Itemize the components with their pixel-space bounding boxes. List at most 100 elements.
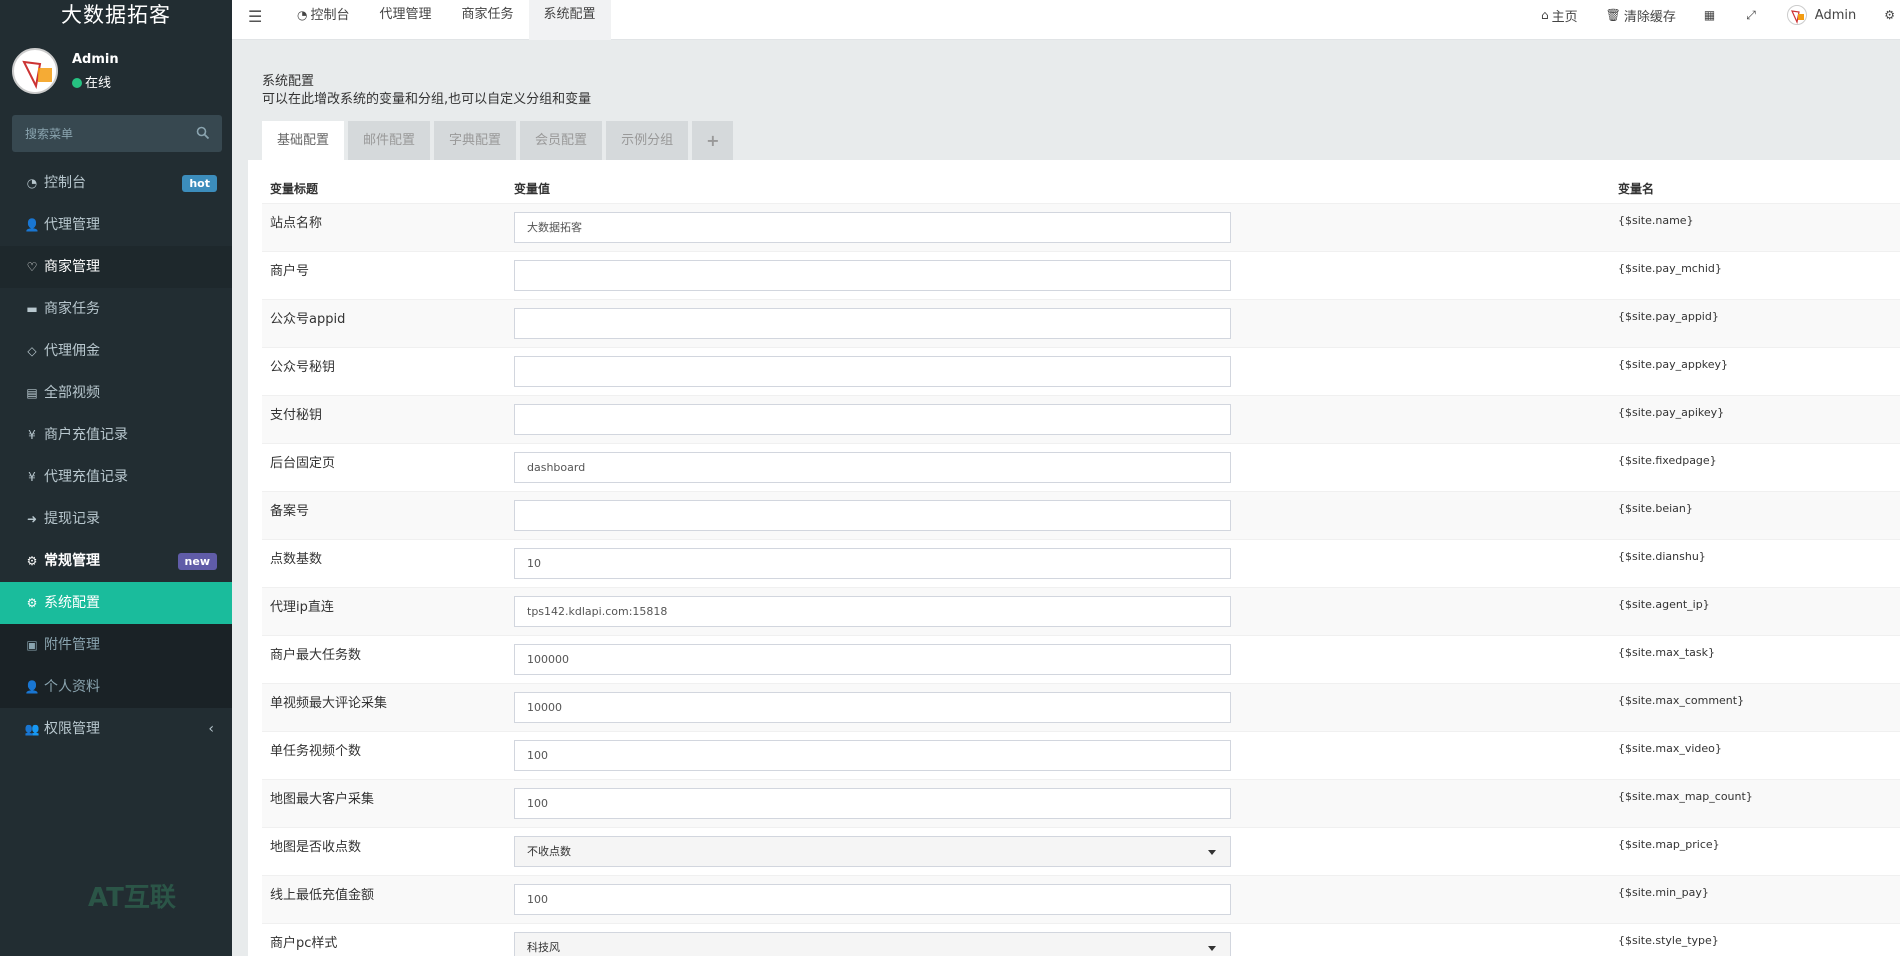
- top-tab-label: 代理管理: [379, 7, 432, 22]
- variable-name: {$site.map_price}: [1610, 826, 1900, 875]
- dashboard-icon: ◔: [297, 8, 308, 22]
- sidebar-search-input[interactable]: [12, 115, 182, 152]
- sidebar-item-2[interactable]: ♡ 商家管理: [0, 246, 232, 288]
- home-label: 主页: [1551, 9, 1578, 25]
- sidebar-item-10[interactable]: ⚙ 系统配置: [0, 582, 232, 624]
- variable-input[interactable]: 100000: [514, 643, 1231, 675]
- config-tab-4[interactable]: 示例分组: [606, 121, 689, 160]
- sidebar-item-5[interactable]: ▤ 全部视频: [0, 372, 232, 414]
- yen-icon: ¥: [28, 428, 36, 442]
- page-title: 系统配置: [262, 74, 315, 89]
- sidebar-item-4[interactable]: ◇ 代理佣金: [0, 330, 232, 372]
- sidebar-item-label: 个人资料: [44, 679, 100, 695]
- gear-icon: ⚙: [1884, 8, 1895, 22]
- variable-title: 站点名称: [262, 202, 506, 251]
- top-tab-0[interactable]: ◔ 控制台: [282, 0, 365, 40]
- config-tab-2[interactable]: 字典配置: [434, 121, 517, 160]
- watermark: AT互联: [88, 883, 176, 913]
- sidebar-item-8[interactable]: ➜ 提现记录: [0, 498, 232, 540]
- variable-input[interactable]: [514, 403, 1231, 435]
- sidebar-item-12[interactable]: 👤 个人资料: [0, 666, 232, 708]
- top-nav-tabs: ◔ 控制台 代理管理 商家任务 系统配置: [282, 0, 611, 40]
- top-right-actions: ⌂ 主页 🗑 清除缓存 ▦ ⤢ Admin ⚙: [1527, 0, 1900, 30]
- variable-input[interactable]: [514, 355, 1231, 387]
- sidebar-toggle-icon[interactable]: ☰: [248, 7, 262, 26]
- variable-input[interactable]: [514, 259, 1231, 291]
- variable-name: {$site.dianshu}: [1610, 538, 1900, 587]
- variable-title: 线上最低充值金额: [262, 874, 506, 923]
- top-tab-2[interactable]: 商家任务: [447, 0, 529, 40]
- hot-badge: hot: [182, 175, 217, 192]
- config-tab-1[interactable]: 邮件配置: [348, 121, 431, 160]
- variable-input[interactable]: 10: [514, 547, 1231, 579]
- header-name: 变量名: [1618, 182, 1655, 197]
- variable-input[interactable]: dashboard: [514, 451, 1231, 483]
- variable-title: 代理ip直连: [262, 586, 506, 635]
- top-tab-3[interactable]: 系统配置: [528, 0, 611, 40]
- avatar[interactable]: [12, 48, 58, 94]
- table-row: 点数基数 10 {$site.dianshu}: [262, 538, 1900, 587]
- sidebar-item-0[interactable]: ◔ 控制台 hot: [0, 162, 232, 204]
- variable-input[interactable]: 100: [514, 787, 1231, 819]
- header-value: 变量值: [514, 182, 551, 197]
- variable-title: 商户号: [262, 250, 506, 299]
- sidebar-item-1[interactable]: 👤 代理管理: [0, 204, 232, 246]
- sidebar-item-label: 代理佣金: [44, 343, 100, 359]
- config-group-tabs: 基础配置 邮件配置 字典配置 会员配置 示例分组 +: [262, 121, 737, 160]
- variable-input[interactable]: tps142.kdlapi.com:15818: [514, 595, 1231, 627]
- page-description: 可以在此增改系统的变量和分组,也可以自定义分组和变量: [262, 92, 592, 107]
- user-name: Admin: [72, 52, 119, 67]
- variable-value-cell: 100: [506, 730, 1610, 779]
- sidebar-item-13[interactable]: 👥 权限管理 ‹: [0, 708, 232, 750]
- variable-title: 公众号秘钥: [262, 346, 506, 395]
- variable-value-cell: 100000: [506, 634, 1610, 683]
- variable-value-cell: 100: [506, 778, 1610, 827]
- variable-input[interactable]: 10000: [514, 691, 1231, 723]
- variable-input[interactable]: 100: [514, 883, 1231, 915]
- sidebar-item-label: 全部视频: [44, 385, 100, 401]
- variable-input[interactable]: 大数据拓客: [514, 211, 1231, 243]
- table-row: 商户最大任务数 100000 {$site.max_task}: [262, 634, 1900, 683]
- variable-select[interactable]: 不收点数: [514, 835, 1231, 867]
- variable-value: 100000: [527, 652, 569, 666]
- variable-input[interactable]: [514, 307, 1231, 339]
- table-row: 公众号秘钥 {$site.pay_appkey}: [262, 346, 1900, 395]
- sidebar-item-label: 商家管理: [44, 259, 100, 275]
- sidebar-item-label: 系统配置: [44, 595, 100, 611]
- sidebar-item-6[interactable]: ¥ 商户充值记录: [0, 414, 232, 456]
- language-button[interactable]: ▦: [1690, 8, 1732, 22]
- variable-value-cell: dashboard: [506, 442, 1610, 491]
- top-tab-1[interactable]: 代理管理: [365, 0, 447, 40]
- variable-name: {$site.agent_ip}: [1610, 586, 1900, 635]
- config-tab-3[interactable]: 会员配置: [520, 121, 603, 160]
- group-icon: 👥: [24, 722, 40, 736]
- admin-menu[interactable]: Admin: [1773, 5, 1870, 25]
- search-icon[interactable]: [196, 126, 210, 140]
- variable-input[interactable]: 100: [514, 739, 1231, 771]
- sidebar-item-11[interactable]: ▣ 附件管理: [0, 624, 232, 666]
- clear-cache-button[interactable]: 🗑 清除缓存: [1592, 6, 1690, 25]
- main-content: 系统配置 可以在此增改系统的变量和分组,也可以自定义分组和变量 基础配置 邮件配置…: [248, 55, 1900, 961]
- variable-value: dashboard: [527, 460, 586, 474]
- sidebar-item-7[interactable]: ¥ 代理充值记录: [0, 456, 232, 498]
- caret-down-icon: [1208, 945, 1216, 951]
- variable-value-cell: 不收点数: [506, 826, 1610, 875]
- settings-button[interactable]: ⚙: [1870, 8, 1900, 22]
- home-link[interactable]: ⌂ 主页: [1527, 6, 1592, 25]
- admin-name: Admin: [1814, 7, 1857, 23]
- file-image-icon: ▣: [26, 638, 38, 652]
- variable-name: {$site.fixedpage}: [1610, 442, 1900, 491]
- config-tab-0[interactable]: 基础配置: [262, 121, 345, 160]
- admin-avatar-logo-icon: [1790, 10, 1804, 24]
- top-tab-label: 控制台: [310, 8, 350, 23]
- sidebar-item-3[interactable]: ▬ 商家任务: [0, 288, 232, 330]
- variable-input[interactable]: [514, 499, 1231, 531]
- sidebar-item-label: 控制台: [44, 175, 86, 191]
- fullscreen-button[interactable]: ⤢: [1732, 8, 1773, 23]
- app-logo[interactable]: 大数据拓客: [0, 0, 232, 30]
- variable-title: 单任务视频个数: [262, 730, 506, 779]
- add-group-button[interactable]: +: [692, 121, 734, 160]
- sidebar-item-9[interactable]: ⚙ 常规管理 new: [0, 540, 232, 582]
- dashboard-icon: ◔: [26, 176, 38, 190]
- variable-value-cell: [506, 394, 1610, 443]
